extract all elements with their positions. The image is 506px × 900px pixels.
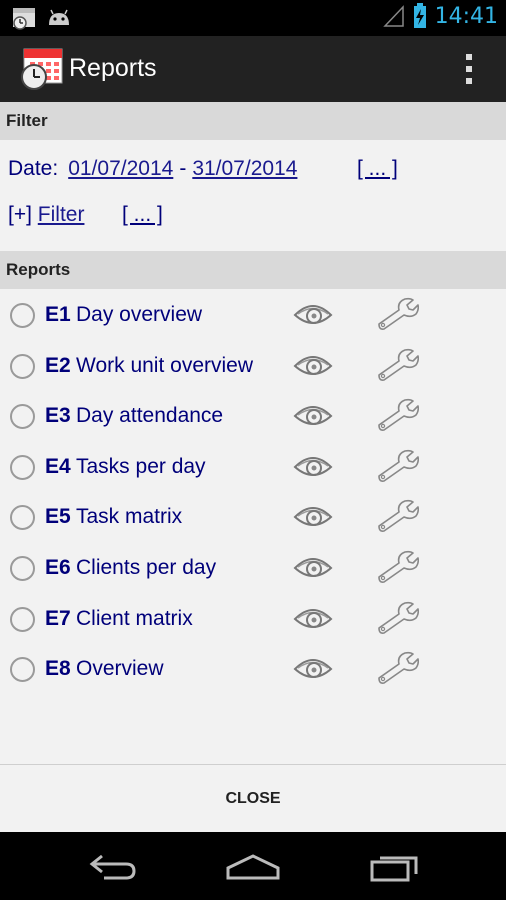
- report-radio-button[interactable]: [10, 354, 35, 379]
- view-eye-icon[interactable]: [293, 501, 333, 533]
- settings-wrench-icon[interactable]: [375, 498, 419, 532]
- date-label: Date:: [8, 157, 59, 180]
- report-name[interactable]: Client matrix: [76, 607, 193, 631]
- settings-wrench-icon[interactable]: [375, 549, 419, 583]
- date-more-link[interactable]: [ ... ]: [357, 157, 398, 181]
- report-name[interactable]: Tasks per day: [76, 455, 206, 479]
- report-radio-button[interactable]: [10, 556, 35, 581]
- report-radio-button[interactable]: [10, 505, 35, 530]
- clock-text: 14:41: [434, 3, 498, 29]
- report-name[interactable]: Day attendance: [76, 404, 223, 428]
- report-code: E3: [45, 404, 71, 427]
- settings-wrench-icon[interactable]: [375, 448, 419, 482]
- view-eye-icon[interactable]: [293, 603, 333, 635]
- report-radio-button[interactable]: [10, 303, 35, 328]
- dialog-footer: CLOSE: [0, 764, 506, 832]
- status-bar: 14:41: [0, 0, 506, 36]
- report-row[interactable]: E5 Task matrix: [0, 492, 506, 542]
- date-to-link[interactable]: 31/07/2014: [192, 157, 297, 181]
- calendar-clock-icon[interactable]: [20, 45, 64, 91]
- report-code: E5: [45, 505, 71, 528]
- report-name[interactable]: Overview: [76, 657, 164, 681]
- close-button[interactable]: CLOSE: [0, 765, 506, 833]
- settings-wrench-icon[interactable]: [375, 397, 419, 431]
- page-title: Reports: [69, 54, 157, 82]
- report-code: E7: [45, 607, 71, 630]
- settings-wrench-icon[interactable]: [375, 650, 419, 684]
- report-name[interactable]: Work unit overview: [76, 354, 253, 378]
- settings-wrench-icon[interactable]: [375, 347, 419, 381]
- filter-section-header: Filter: [0, 102, 506, 140]
- recents-icon[interactable]: [370, 852, 420, 882]
- filter-more-label: [ ... ]: [122, 203, 163, 226]
- filter-link[interactable]: Filter: [38, 203, 85, 226]
- view-eye-icon[interactable]: [293, 552, 333, 584]
- report-radio-button[interactable]: [10, 404, 35, 429]
- date-separator: -: [179, 157, 187, 180]
- action-bar: Reports: [0, 36, 506, 102]
- reports-section-header: Reports: [0, 251, 506, 289]
- report-code: E2: [45, 354, 71, 377]
- battery-charging-icon: [413, 3, 426, 28]
- view-eye-icon[interactable]: [293, 400, 333, 432]
- report-code: E8: [45, 657, 71, 680]
- report-row[interactable]: E1 Day overview: [0, 290, 506, 340]
- report-radio-button[interactable]: [10, 657, 35, 682]
- report-code: E1: [45, 303, 71, 326]
- view-eye-icon[interactable]: [293, 451, 333, 483]
- report-row[interactable]: E7 Client matrix: [0, 594, 506, 644]
- date-from-link[interactable]: 01/07/2014: [68, 157, 173, 181]
- date-range: Date: 01/07/2014 - 31/07/2014: [8, 157, 297, 181]
- home-icon[interactable]: [226, 854, 280, 880]
- view-eye-icon[interactable]: [293, 350, 333, 382]
- back-icon[interactable]: [88, 852, 138, 882]
- report-row[interactable]: E2 Work unit overview: [0, 341, 506, 391]
- filter-more-link[interactable]: [ ... ]: [122, 203, 163, 227]
- calendar-clock-icon: [13, 8, 35, 30]
- report-name[interactable]: Task matrix: [76, 505, 182, 529]
- report-radio-button[interactable]: [10, 607, 35, 632]
- settings-wrench-icon[interactable]: [375, 600, 419, 634]
- report-row[interactable]: E8 Overview: [0, 644, 506, 694]
- report-row[interactable]: E3 Day attendance: [0, 391, 506, 441]
- report-name[interactable]: Clients per day: [76, 556, 216, 580]
- overflow-menu-icon[interactable]: [466, 54, 472, 84]
- report-row[interactable]: E6 Clients per day: [0, 543, 506, 593]
- navigation-bar: [0, 832, 506, 900]
- report-code: E6: [45, 556, 71, 579]
- android-icon: [49, 9, 69, 25]
- signal-icon: [382, 5, 404, 27]
- report-radio-button[interactable]: [10, 455, 35, 480]
- report-name[interactable]: Day overview: [76, 303, 202, 327]
- view-eye-icon[interactable]: [293, 653, 333, 685]
- settings-wrench-icon[interactable]: [375, 296, 419, 330]
- filter-toggle-row[interactable]: [+] Filter: [8, 203, 84, 227]
- report-code: E4: [45, 455, 71, 478]
- view-eye-icon[interactable]: [293, 299, 333, 331]
- report-row[interactable]: E4 Tasks per day: [0, 442, 506, 492]
- date-more-label: [ ... ]: [357, 157, 398, 180]
- filter-expand-toggle[interactable]: [+]: [8, 203, 32, 226]
